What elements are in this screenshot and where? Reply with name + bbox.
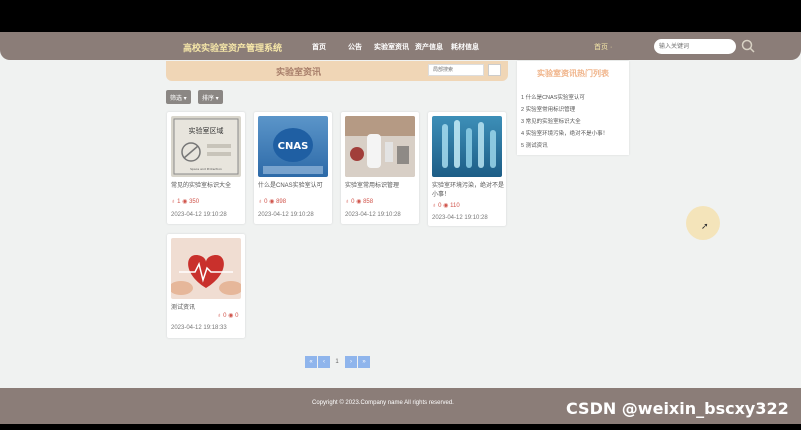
copyright-text: Copyright © 2023.Company name All rights… <box>312 400 454 406</box>
view-count: 858 <box>363 199 374 205</box>
view-count: 0 <box>235 313 239 319</box>
card-date: 2023-04-12 19:10:28 <box>345 212 401 218</box>
heart-hands-image <box>171 255 241 295</box>
card-stats: ♁ 0 ◉ 0 <box>217 313 239 319</box>
watermark-text: CSDN @weixin_bscxy322 <box>566 399 789 418</box>
last-page-button[interactable]: » <box>358 356 370 368</box>
next-page-button[interactable]: › <box>345 356 357 368</box>
like-count: 0 <box>351 199 355 205</box>
like-count: 0 <box>264 199 268 205</box>
mouse-cursor-icon: ➚ <box>701 221 709 231</box>
nav-lab-news[interactable]: 实验室资讯 <box>374 42 409 52</box>
card-stats: ♁ 0 ◉ 110 <box>432 203 460 209</box>
nav-home[interactable]: 首页 <box>312 42 326 52</box>
card-stats: ♁ 1 ◉ 350 <box>171 199 200 205</box>
like-count: 0 <box>223 313 227 319</box>
page-background <box>0 32 801 430</box>
news-card[interactable]: CNAS 什么是CNAS实验室认可 ♁ 0 ◉ 898 2023-04-12 1… <box>254 112 332 224</box>
news-card[interactable]: 实验室区域 Space and Protection 常见的实验室标识大全 ♁ … <box>167 112 245 224</box>
hot-news-panel: 实验室资讯热门列表 1 什么是CNAS实验室认可 2 实验室常用标识管理 3 常… <box>517 61 629 155</box>
card-title: 常见的实验室标识大全 <box>171 183 232 189</box>
card-thumbnail <box>345 116 415 177</box>
hot-list-item[interactable]: 1 什么是CNAS实验室认可 <box>521 93 585 101</box>
lab-sign-text: 实验室区域 <box>189 126 224 135</box>
lab-sign-image: 实验室区域 Space and Protection <box>173 118 239 175</box>
card-thumbnail <box>432 116 502 177</box>
current-page[interactable]: 1 <box>331 356 343 368</box>
nav-announcement[interactable]: 公告 <box>348 42 362 52</box>
news-card[interactable]: 实验室常用标识管理 ♁ 0 ◉ 858 2023-04-12 19:10:28 <box>341 112 419 224</box>
card-date: 2023-04-12 19:18:33 <box>171 325 227 331</box>
page-title: 实验室资讯 <box>276 67 322 77</box>
hot-list-item[interactable]: 4 实验室环境污染，绝对不是小事！ <box>521 129 608 137</box>
prev-page-button[interactable]: ‹ <box>318 356 330 368</box>
news-card[interactable]: 实验室环境污染，绝对不是小事！ ♁ 0 ◉ 110 2023-04-12 19:… <box>428 112 506 226</box>
cnas-logo-image: CNAS <box>263 128 323 174</box>
nav-consumables[interactable]: 耗材信息 <box>451 42 479 52</box>
site-brand[interactable]: 高校实验室资产管理系统 <box>183 41 282 54</box>
filter-dropdown[interactable]: 筛选 ▾ <box>166 90 191 104</box>
card-thumbnail <box>171 238 241 299</box>
search-icon[interactable] <box>740 38 756 54</box>
card-thumbnail: CNAS <box>258 116 328 177</box>
test-tubes-image <box>442 120 496 168</box>
view-count: 898 <box>276 199 287 205</box>
user-home-menu[interactable]: 首页 · <box>594 42 612 52</box>
news-header-band: 实验室资讯 <box>166 61 508 81</box>
card-date: 2023-04-12 19:10:28 <box>258 212 314 218</box>
card-date: 2023-04-12 19:10:28 <box>171 212 227 218</box>
top-black-bar <box>0 0 801 32</box>
card-stats: ♁ 0 ◉ 858 <box>345 199 374 205</box>
global-search-input[interactable] <box>654 39 736 54</box>
nav-assets[interactable]: 资产信息 <box>415 42 443 52</box>
hot-list-item[interactable]: 2 实验室常用标识管理 <box>521 105 575 113</box>
card-date: 2023-04-12 19:10:28 <box>432 215 488 221</box>
view-count: 350 <box>189 199 200 205</box>
hot-list-item[interactable]: 3 常见的实验室标识大全 <box>521 117 581 125</box>
bottom-black-bar <box>0 424 801 430</box>
lab-sign-note: Space and Protection <box>190 167 222 171</box>
first-page-button[interactable]: « <box>305 356 317 368</box>
card-stats: ♁ 0 ◉ 898 <box>258 199 287 205</box>
card-title: 什么是CNAS实验室认可 <box>258 183 323 189</box>
hot-list-title: 实验室资讯热门列表 <box>537 69 609 78</box>
like-count: 1 <box>177 199 181 205</box>
card-thumbnail: 实验室区域 Space and Protection <box>171 116 241 177</box>
cnas-text: CNAS <box>278 141 309 152</box>
news-search-button[interactable] <box>488 64 501 76</box>
card-title: 实验室常用标识管理 <box>345 183 400 189</box>
news-card[interactable]: 测试资讯 ♁ 0 ◉ 0 2023-04-12 19:18:33 <box>167 234 245 338</box>
like-count: 0 <box>438 203 442 209</box>
sort-dropdown[interactable]: 排序 ▾ <box>198 90 223 104</box>
news-search-input[interactable] <box>428 64 484 76</box>
lab-photo-image <box>345 116 415 177</box>
view-count: 110 <box>450 203 460 209</box>
card-title: 实验室环境污染，绝对不是小事！ <box>432 183 505 198</box>
hot-list-item[interactable]: 5 测试资讯 <box>521 141 548 149</box>
